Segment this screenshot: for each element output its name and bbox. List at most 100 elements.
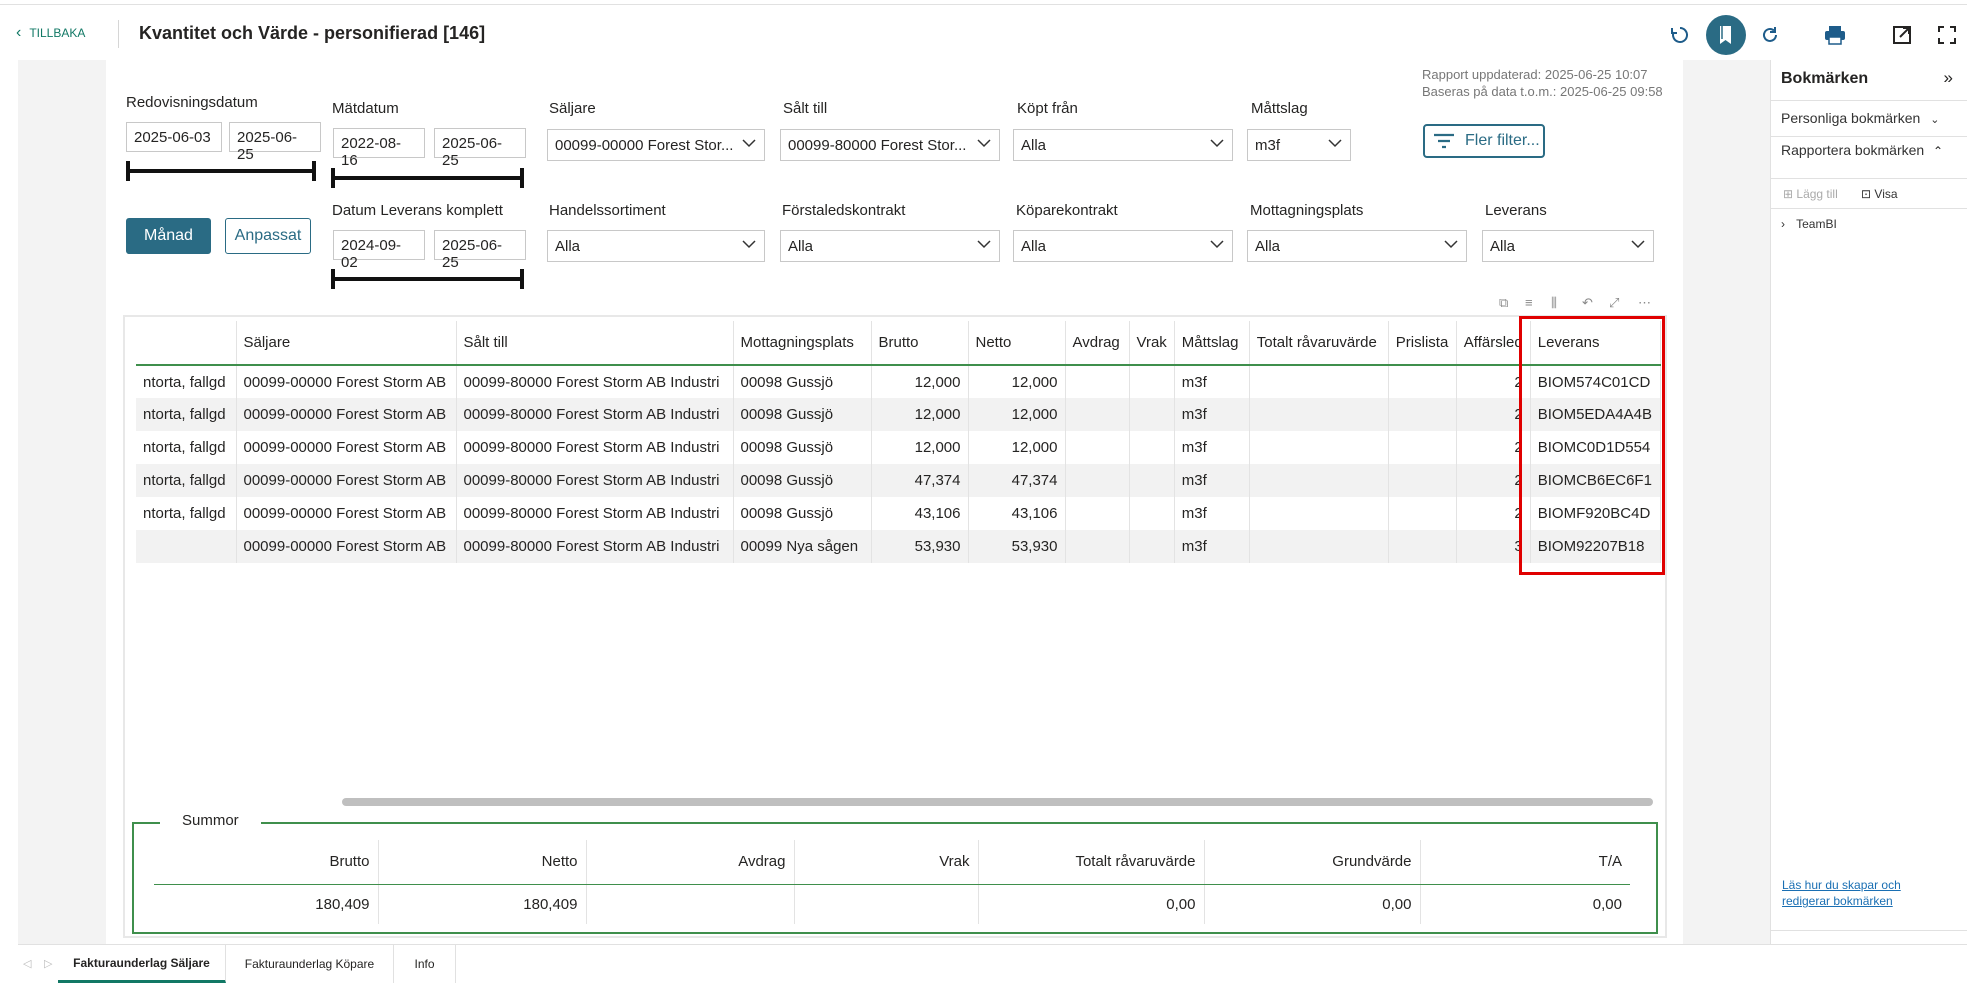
filter-visual-icon[interactable]: ≡ bbox=[1525, 295, 1533, 310]
table-row[interactable]: ntorta, fallgd 00099-00000 Forest Storm A… bbox=[136, 398, 1661, 431]
fler-filter-button[interactable]: Fler filter... bbox=[1423, 124, 1545, 158]
col-header[interactable]: Netto bbox=[968, 321, 1066, 366]
undo-icon[interactable]: ↶ bbox=[1582, 295, 1593, 311]
back-button[interactable]: ‹ TILLBAKA bbox=[16, 25, 85, 41]
redovisningsdatum-slider[interactable] bbox=[126, 161, 316, 181]
leverans-dropdown[interactable]: Alla bbox=[1482, 230, 1654, 262]
table-row[interactable]: ntorta, fallgd 00099-00000 Forest Storm A… bbox=[136, 464, 1661, 497]
table-cell: 12,000 bbox=[968, 365, 1066, 398]
fler-filter-label: Fler filter... bbox=[1465, 132, 1540, 149]
report-updated: Rapport uppdaterad: 2025-06-25 10:07 bbox=[1422, 67, 1648, 82]
summor-col: Grundvärde bbox=[1204, 840, 1421, 885]
pane-divider bbox=[1771, 178, 1967, 179]
personal-bookmarks-section[interactable]: Personliga bokmärken ⌄ bbox=[1781, 110, 1939, 126]
col-header[interactable] bbox=[136, 321, 237, 366]
col-header[interactable]: Sålt till bbox=[456, 321, 734, 366]
col-header[interactable]: Totalt råvaruvärde bbox=[1249, 321, 1389, 366]
bookmarks-help-link[interactable]: Läs hur du skapar och redigerar bokmärke… bbox=[1782, 877, 1922, 909]
drill-icon[interactable]: ⫼ bbox=[1551, 295, 1557, 311]
report-bookmarks-label: Rapportera bokmärken bbox=[1781, 142, 1925, 158]
table-cell: m3f bbox=[1174, 530, 1250, 563]
refresh-icon[interactable] bbox=[1757, 22, 1783, 48]
view-bookmark-button[interactable]: ⊡ Visa bbox=[1861, 187, 1898, 201]
tab-fakturaunderlag-kopare[interactable]: Fakturaunderlag Köpare bbox=[226, 945, 394, 983]
table-header-row: Säljare Sålt till Mottagningsplats Brutt… bbox=[136, 321, 1661, 366]
mattslag-dropdown[interactable]: m3f bbox=[1247, 129, 1351, 161]
table-cell: 53,930 bbox=[871, 530, 969, 563]
tab-info[interactable]: Info bbox=[394, 945, 456, 983]
col-header[interactable]: Vrak bbox=[1129, 321, 1175, 366]
collapse-pane-icon[interactable]: » bbox=[1944, 68, 1953, 88]
datum-leverans-to[interactable]: 2025-06-25 bbox=[434, 230, 526, 271]
summor-col: Brutto bbox=[154, 840, 379, 885]
col-header[interactable]: Mottagningsplats bbox=[733, 321, 872, 366]
horizontal-scrollbar[interactable] bbox=[342, 798, 1653, 806]
salt-till-value: 00099-80000 Forest Stor... bbox=[788, 137, 967, 154]
tab-prev-icon[interactable]: ◁ bbox=[23, 957, 31, 970]
saljare-dropdown[interactable]: 00099-00000 Forest Stor... bbox=[547, 129, 765, 161]
bookmark-item-label: TeamBI bbox=[1796, 217, 1837, 231]
leverans-column-highlight bbox=[1519, 316, 1665, 575]
table-cell bbox=[1249, 365, 1389, 398]
datum-leverans-from[interactable]: 2024-09-02 bbox=[333, 230, 425, 271]
table-cell: 12,000 bbox=[871, 431, 969, 464]
table-cell bbox=[1388, 398, 1457, 431]
table-row[interactable]: 00099-00000 Forest Storm AB 00099-80000 F… bbox=[136, 530, 1661, 563]
report-bookmarks-section[interactable]: Rapportera bokmärken bbox=[1781, 141, 1931, 159]
manad-button[interactable]: Månad bbox=[126, 218, 211, 254]
salt-till-dropdown[interactable]: 00099-80000 Forest Stor... bbox=[780, 129, 1000, 161]
table-cell bbox=[1065, 365, 1130, 398]
table-body: ntorta, fallgd 00099-00000 Forest Storm A… bbox=[136, 365, 1661, 563]
col-header[interactable]: Prislista bbox=[1388, 321, 1457, 366]
fullscreen-icon[interactable] bbox=[1934, 22, 1960, 48]
matdatum-to[interactable]: 2025-06-25 bbox=[434, 128, 526, 169]
table-cell: 00099-00000 Forest Storm AB bbox=[236, 530, 457, 563]
chevron-down-icon bbox=[1328, 139, 1342, 148]
handelssortiment-dropdown[interactable]: Alla bbox=[547, 230, 765, 262]
saljare-value: 00099-00000 Forest Stor... bbox=[555, 137, 734, 154]
tab-next-icon[interactable]: ▷ bbox=[44, 957, 52, 970]
koparekontrakt-dropdown[interactable]: Alla bbox=[1013, 230, 1233, 262]
forstaledskontrakt-dropdown[interactable]: Alla bbox=[780, 230, 1000, 262]
add-bookmark-icon: ⊞ bbox=[1783, 187, 1794, 201]
table-cell: m3f bbox=[1174, 365, 1250, 398]
redovisningsdatum-from[interactable]: 2025-06-03 bbox=[126, 122, 222, 152]
mattslag-label: Måttslag bbox=[1251, 100, 1308, 117]
bookmark-item-teambi[interactable]: › TeamBI bbox=[1781, 217, 1837, 231]
table-row[interactable]: ntorta, fallgd 00099-00000 Forest Storm A… bbox=[136, 365, 1661, 398]
tab-fakturaunderlag-saljare[interactable]: Fakturaunderlag Säljare bbox=[58, 945, 226, 983]
table-row[interactable]: ntorta, fallgd 00099-00000 Forest Storm A… bbox=[136, 431, 1661, 464]
datum-leverans-slider[interactable] bbox=[331, 269, 524, 289]
add-bookmark-button[interactable]: ⊞ Lägg till bbox=[1783, 187, 1838, 201]
bookmark-icon[interactable] bbox=[1706, 15, 1746, 55]
mottagningsplats-dropdown[interactable]: Alla bbox=[1247, 230, 1467, 262]
copy-icon[interactable]: ⧉ bbox=[1499, 295, 1508, 311]
open-external-icon[interactable] bbox=[1889, 22, 1915, 48]
chevron-down-icon bbox=[1210, 240, 1224, 249]
redovisningsdatum-to[interactable]: 2025-06-25 bbox=[229, 122, 321, 163]
col-header[interactable]: Säljare bbox=[236, 321, 457, 366]
bookmarks-title: Bokmärken bbox=[1781, 70, 1869, 87]
table-cell bbox=[1129, 497, 1175, 530]
table-cell: 00099-80000 Forest Storm AB Industri bbox=[456, 431, 734, 464]
right-gray-area bbox=[1683, 60, 1770, 944]
col-header[interactable]: Måttslag bbox=[1174, 321, 1250, 366]
data-table: Säljare Sålt till Mottagningsplats Brutt… bbox=[136, 321, 1661, 563]
focus-mode-icon[interactable]: ⤢ bbox=[1609, 295, 1619, 311]
kopt-fran-dropdown[interactable]: Alla bbox=[1013, 129, 1233, 161]
col-header[interactable]: Avdrag bbox=[1065, 321, 1130, 366]
table-cell: 00099-80000 Forest Storm AB Industri bbox=[456, 365, 734, 398]
chevron-up-icon[interactable]: ⌃ bbox=[1933, 144, 1943, 158]
more-options-icon[interactable]: ⋯ bbox=[1638, 295, 1651, 311]
datum-leverans-label: Datum Leverans komplett bbox=[332, 202, 503, 219]
table-row[interactable]: ntorta, fallgd 00099-00000 Forest Storm A… bbox=[136, 497, 1661, 530]
col-header[interactable]: Brutto bbox=[871, 321, 969, 366]
table-cell bbox=[1129, 431, 1175, 464]
print-icon[interactable] bbox=[1822, 22, 1848, 48]
matdatum-slider[interactable] bbox=[331, 168, 524, 188]
summor-value: 180,409 bbox=[378, 884, 587, 924]
anpassat-button[interactable]: Anpassat bbox=[225, 218, 311, 254]
matdatum-from[interactable]: 2022-08-16 bbox=[333, 128, 425, 169]
summor-value: 0,00 bbox=[978, 884, 1205, 924]
reset-icon[interactable] bbox=[1667, 22, 1693, 48]
